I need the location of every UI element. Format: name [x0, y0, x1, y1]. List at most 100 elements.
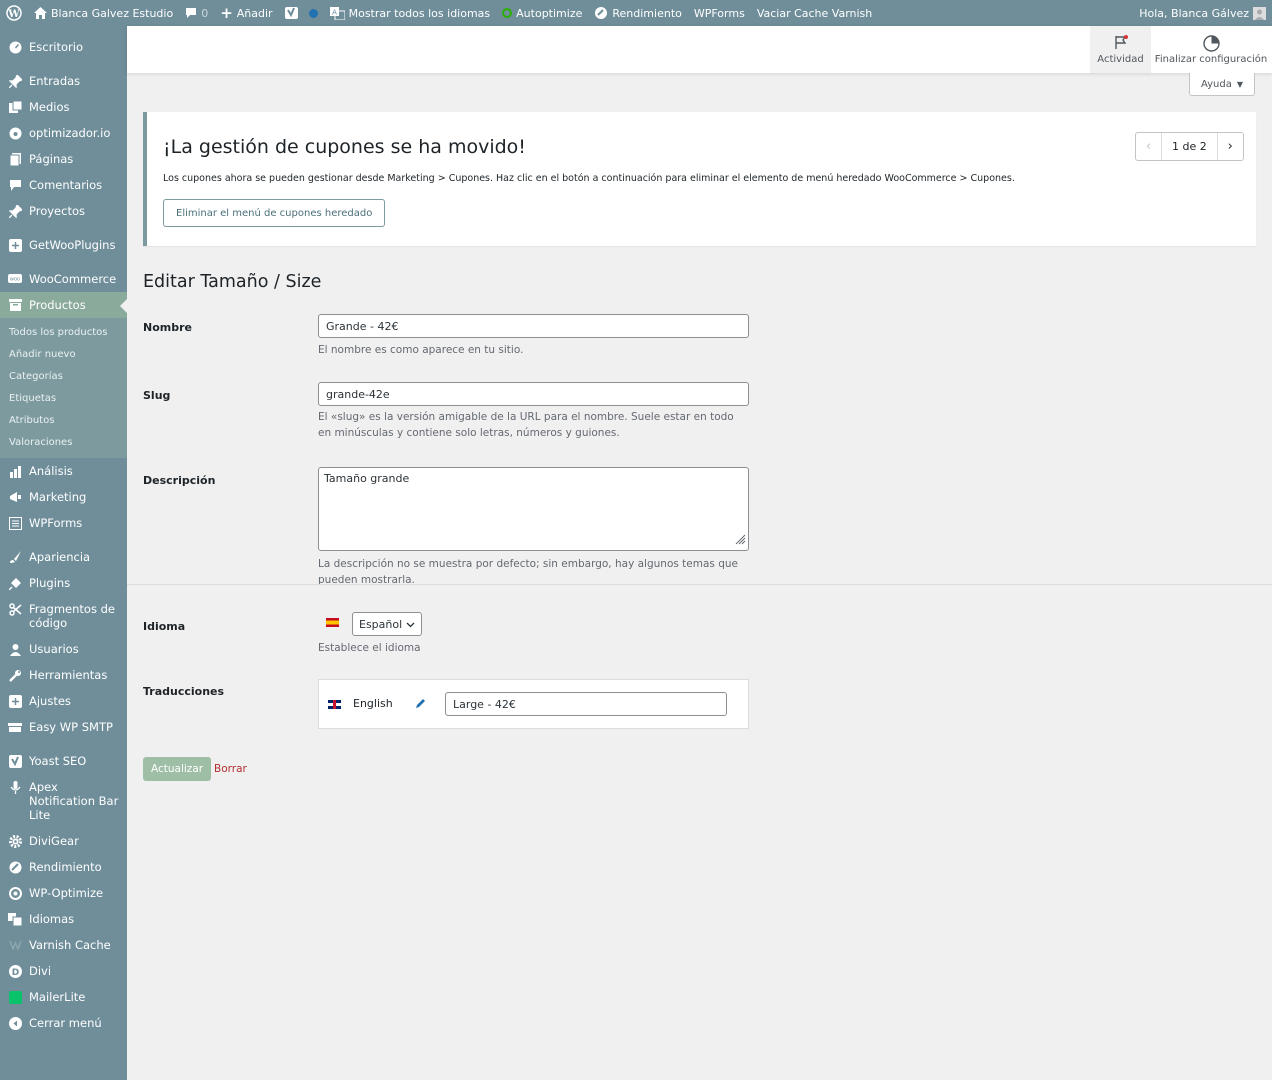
scissors-icon — [8, 602, 22, 616]
sidebar-item-tools[interactable]: Herramientas — [0, 662, 127, 688]
wp-optimize-icon — [8, 886, 22, 900]
sidebar-item-label: WP-Optimize — [29, 886, 104, 900]
sidebar-item-label: MailerLite — [29, 990, 86, 1004]
sidebar-item-smtp[interactable]: Easy WP SMTP — [0, 714, 127, 740]
show-languages-label: Mostrar todos los idiomas — [348, 6, 491, 20]
progress-circle-icon — [1202, 34, 1220, 52]
translate-icon — [8, 912, 22, 926]
wordpress-logo-icon[interactable]: W — [0, 0, 28, 26]
user-avatar-icon — [1253, 6, 1266, 20]
sidebar-item-comments[interactable]: Comentarios — [0, 172, 127, 198]
translate-icon: A — [329, 6, 345, 20]
user-icon — [8, 642, 22, 656]
svg-text:D: D — [11, 968, 18, 978]
comments-count: 0 — [201, 6, 209, 20]
comments-link[interactable]: 0 — [179, 0, 214, 26]
paintbrush-icon — [8, 550, 22, 564]
wpforms-link[interactable]: WPForms — [688, 0, 751, 26]
sidebar-item-mailerlite[interactable]: MailerLite — [0, 984, 127, 1010]
varnish-purge-link[interactable]: Vaciar Cache Varnish — [751, 0, 878, 26]
flag-icon — [1114, 34, 1128, 52]
delete-link[interactable]: Borrar — [214, 763, 247, 775]
sidebar-item-label: Marketing — [29, 490, 87, 504]
sidebar-item-users[interactable]: Usuarios — [0, 636, 127, 662]
pages-icon — [8, 152, 22, 166]
sidebar-item-label: Yoast SEO — [29, 754, 87, 768]
sidebar-item-label: WPForms — [29, 516, 83, 530]
submenu-add-new[interactable]: Añadir nuevo — [0, 344, 127, 366]
sidebar-item-posts[interactable]: Entradas — [0, 68, 127, 94]
sidebar-item-media[interactable]: Medios — [0, 94, 127, 120]
add-new-link[interactable]: + Añadir — [214, 0, 278, 26]
products-submenu: Todos los productos Añadir nuevo Categor… — [0, 318, 127, 458]
language-select-value: Español — [359, 617, 403, 631]
sidebar-item-projects[interactable]: Proyectos — [0, 198, 127, 224]
description-textarea[interactable]: Tamaño grande — [318, 467, 749, 551]
sidebar-item-woocommerce[interactable]: woo WooCommerce — [0, 266, 127, 292]
sidebar-item-performance[interactable]: Rendimiento — [0, 854, 127, 880]
sidebar-item-wpforms[interactable]: WPForms — [0, 510, 127, 536]
sidebar-item-wpoptimize[interactable]: WP-Optimize — [0, 880, 127, 906]
submenu-all-products[interactable]: Todos los productos — [0, 322, 127, 344]
gauge-icon — [8, 126, 22, 140]
sidebar-collapse-menu[interactable]: Cerrar menú — [0, 1010, 127, 1036]
sidebar-item-divi[interactable]: D Divi — [0, 958, 127, 984]
megaphone-icon — [8, 490, 22, 504]
help-tab-button[interactable]: Ayuda ▼ — [1189, 73, 1255, 96]
sidebar-item-label: WooCommerce — [29, 272, 117, 286]
sidebar-item-plugins[interactable]: Plugins — [0, 570, 127, 596]
sidebar-item-yoast[interactable]: Yoast SEO — [0, 748, 127, 774]
user-account-link[interactable]: Hola, Blanca Gálvez — [1133, 0, 1272, 26]
chevron-right-icon[interactable]: › — [1216, 133, 1243, 160]
slug-input[interactable]: grande-42e — [318, 382, 749, 406]
update-button[interactable]: Actualizar — [143, 757, 212, 781]
activity-button[interactable]: Actividad — [1090, 26, 1151, 73]
collapse-arrow-icon — [8, 1016, 22, 1030]
sidebar-item-settings[interactable]: Ajustes — [0, 688, 127, 714]
autoptimize-link[interactable]: Autoptimize — [496, 0, 588, 26]
translations-table: English Large - 42€ — [318, 679, 749, 729]
submenu-reviews[interactable]: Valoraciones — [0, 432, 127, 454]
remove-legacy-coupon-menu-button[interactable]: Eliminar el menú de cupones heredado — [163, 199, 386, 227]
site-name-link[interactable]: Blanca Galvez Estudio — [28, 0, 179, 26]
sidebar-item-marketing[interactable]: Marketing — [0, 484, 127, 510]
comment-icon — [8, 178, 22, 192]
finish-setup-button[interactable]: Finalizar configuración — [1153, 26, 1269, 73]
slug-description: El «slug» es la versión amigable de la U… — [318, 411, 734, 439]
description-help: La descripción no se muestra por defecto… — [318, 558, 739, 584]
submenu-categories[interactable]: Categorías — [0, 366, 127, 388]
sidebar-item-label: Easy WP SMTP — [29, 720, 113, 734]
sidebar-item-label: Cerrar menú — [29, 1016, 102, 1030]
sidebar-item-getwooplugins[interactable]: GetWooPlugins — [0, 232, 127, 258]
chevron-left-icon[interactable]: ‹ — [1136, 133, 1162, 160]
resize-handle-icon[interactable] — [734, 533, 746, 548]
spain-flag-icon — [326, 618, 339, 627]
varnish-icon — [8, 938, 22, 952]
sidebar-item-products[interactable]: Productos — [0, 292, 127, 318]
dashboard-icon — [8, 40, 22, 54]
submenu-tags[interactable]: Etiquetas — [0, 388, 127, 410]
media-icon — [8, 100, 22, 114]
sidebar-item-varnish[interactable]: Varnish Cache — [0, 932, 127, 958]
submenu-attributes[interactable]: Atributos — [0, 410, 127, 432]
sidebar-item-apex[interactable]: Apex Notification Bar Lite — [0, 774, 127, 828]
sidebar-item-label: Páginas — [29, 152, 74, 166]
pencil-icon[interactable] — [414, 698, 426, 713]
sidebar-item-optimizador[interactable]: optimizador.io — [0, 120, 127, 146]
translation-input[interactable]: Large - 42€ — [445, 692, 727, 716]
yoast-link[interactable] — [279, 0, 324, 26]
sidebar-item-pages[interactable]: Páginas — [0, 146, 127, 172]
sidebar-item-dashboard[interactable]: Escritorio — [0, 34, 127, 60]
sidebar-item-languages[interactable]: Idiomas — [0, 906, 127, 932]
language-select[interactable]: Español — [352, 612, 423, 636]
show-languages-link[interactable]: A Mostrar todos los idiomas — [324, 0, 497, 26]
sidebar-item-analytics[interactable]: Análisis — [0, 458, 127, 484]
performance-link[interactable]: Rendimiento — [588, 0, 687, 26]
sidebar-item-label: Plugins — [29, 576, 71, 590]
sidebar-item-divigear[interactable]: DiviGear — [0, 828, 127, 854]
sidebar-item-appearance[interactable]: Apariencia — [0, 544, 127, 570]
sidebar-item-snippets[interactable]: Fragmentos de código — [0, 596, 127, 636]
name-input[interactable]: Grande - 42€ — [318, 314, 749, 338]
sidebar-item-label: Herramientas — [29, 668, 108, 682]
name-description: El nombre es como aparece en tu sitio. — [318, 344, 524, 356]
